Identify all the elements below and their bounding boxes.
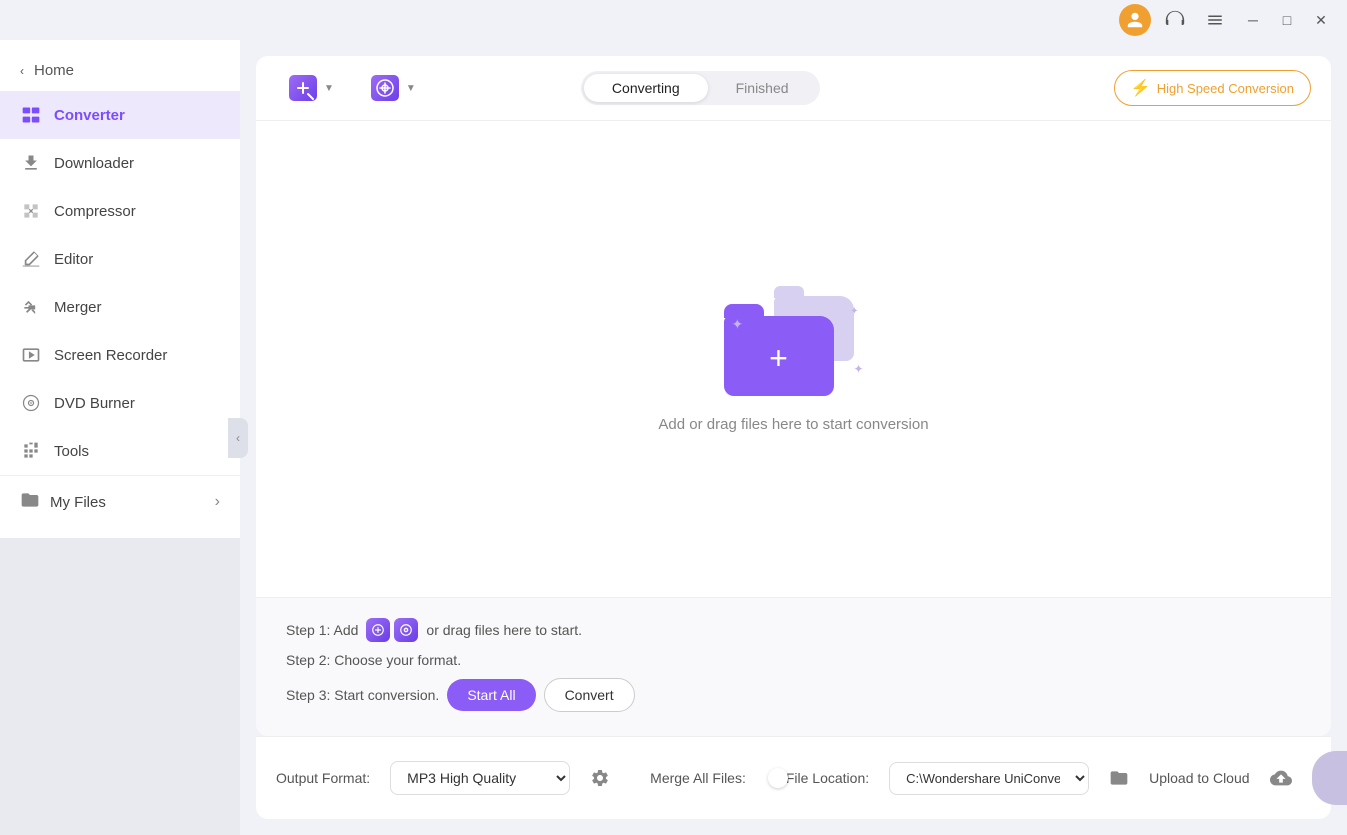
sidebar-item-downloader[interactable]: Downloader <box>0 139 240 187</box>
dropzone-text: Add or drag files here to start conversi… <box>658 416 928 433</box>
folder-icon: + ✦ ✦ ✦ <box>724 286 864 396</box>
step-1-suffix: or drag files here to start. <box>426 622 582 638</box>
myfiles-icon <box>20 490 40 514</box>
dvd-burner-icon <box>20 392 42 414</box>
file-location-label: File Location: <box>786 770 869 786</box>
sidebar-wrapper: ‹ Home Converter Downloader <box>0 40 240 835</box>
titlebar: ─ □ ✕ <box>0 0 1347 40</box>
tab-converting[interactable]: Converting <box>584 74 708 102</box>
sidebar-item-dvd-burner[interactable]: DVD Burner <box>0 379 240 427</box>
maximize-button[interactable]: □ <box>1273 6 1301 34</box>
start-all-main-button[interactable]: Start All <box>1312 751 1347 805</box>
step-1-icons <box>366 618 418 642</box>
high-speed-label: High Speed Conversion <box>1157 81 1294 96</box>
home-chevron-icon: ‹ <box>20 64 24 78</box>
output-format-label: Output Format: <box>276 770 370 786</box>
high-speed-button[interactable]: ⚡ High Speed Conversion <box>1114 70 1311 106</box>
tools-icon <box>20 440 42 462</box>
sidebar-collapse-button[interactable]: ‹ <box>228 418 248 458</box>
sidebar-item-screen-recorder[interactable]: Screen Recorder <box>0 331 240 379</box>
screen-recorder-label: Screen Recorder <box>54 347 167 364</box>
window-controls: ─ □ ✕ <box>1239 6 1335 34</box>
step-1-prefix: Step 1: Add <box>286 622 358 638</box>
step-1-row: Step 1: Add or drag files here to start. <box>286 618 1301 642</box>
myfiles-chevron-icon: › <box>215 493 220 511</box>
output-format-select[interactable]: MP3 High Quality MP4 High Quality MOV Hi… <box>390 761 570 795</box>
folder-plus-icon: + <box>769 342 788 374</box>
compressor-label: Compressor <box>54 203 136 220</box>
screen-recorder-icon <box>20 344 42 366</box>
user-avatar[interactable] <box>1119 4 1151 36</box>
upload-cloud-button[interactable] <box>1270 762 1292 794</box>
downloader-icon <box>20 152 42 174</box>
start-all-inline-button[interactable]: Start All <box>447 679 535 711</box>
open-folder-button[interactable] <box>1109 762 1129 794</box>
step-3-row: Step 3: Start conversion. Start All Conv… <box>286 678 1301 712</box>
tools-label: Tools <box>54 443 89 460</box>
main-content: ▼ <box>240 40 1347 835</box>
merger-icon <box>20 296 42 318</box>
sidebar-item-compressor[interactable]: Compressor <box>0 187 240 235</box>
headset-button[interactable] <box>1159 4 1191 36</box>
menu-button[interactable] <box>1199 4 1231 36</box>
editor-label: Editor <box>54 251 93 268</box>
step-3-prefix: Step 3: Start conversion. <box>286 687 439 703</box>
main-card: ▼ <box>256 56 1331 736</box>
format-settings-button[interactable] <box>590 762 610 794</box>
merger-label: Merger <box>54 299 102 316</box>
add-file-chevron-icon: ▼ <box>324 83 334 94</box>
dvd-burner-label: DVD Burner <box>54 395 135 412</box>
add-cd-chevron-icon: ▼ <box>406 83 416 94</box>
sparkle-2-icon: ✦ <box>850 306 858 317</box>
tab-group: Converting Finished <box>581 71 820 105</box>
sparkle-3-icon: ✦ <box>853 362 863 376</box>
sidebar: ‹ Home Converter Downloader <box>0 40 240 538</box>
sidebar-item-converter[interactable]: Converter <box>0 91 240 139</box>
dropzone[interactable]: + ✦ ✦ ✦ Add or drag files here to start … <box>256 121 1331 598</box>
sparkle-1-icon: ✦ <box>732 316 744 333</box>
sidebar-item-merger[interactable]: Merger <box>0 283 240 331</box>
upload-cloud-label: Upload to Cloud <box>1149 770 1249 786</box>
lightning-icon: ⚡ <box>1131 78 1151 98</box>
sidebar-item-tools[interactable]: Tools <box>0 427 240 475</box>
tab-finished[interactable]: Finished <box>708 74 817 102</box>
bottom-bar: Output Format: MP3 High Quality MP4 High… <box>256 736 1331 819</box>
add-file-small-icon <box>366 618 390 642</box>
add-file-button[interactable]: ▼ <box>276 68 346 108</box>
step-2-text: Step 2: Choose your format. <box>286 652 461 668</box>
converter-icon <box>20 104 42 126</box>
add-cd-button[interactable]: ▼ <box>358 68 428 108</box>
step-2-row: Step 2: Choose your format. <box>286 652 1301 668</box>
app-body: ‹ Home Converter Downloader <box>0 40 1347 835</box>
sidebar-item-home[interactable]: ‹ Home <box>0 50 240 91</box>
merge-all-label: Merge All Files: <box>650 770 746 786</box>
sidebar-item-editor[interactable]: Editor <box>0 235 240 283</box>
file-location-select[interactable]: C:\Wondershare UniConverter 1 <box>889 762 1089 795</box>
home-label: Home <box>34 62 74 79</box>
add-cd-small-icon <box>394 618 418 642</box>
downloader-label: Downloader <box>54 155 134 172</box>
converter-label: Converter <box>54 107 125 124</box>
close-button[interactable]: ✕ <box>1307 6 1335 34</box>
steps-section: Step 1: Add or drag files here to start.… <box>256 598 1331 736</box>
sidebar-item-myfiles[interactable]: My Files › <box>0 475 240 528</box>
minimize-button[interactable]: ─ <box>1239 6 1267 34</box>
editor-icon <box>20 248 42 270</box>
main-toolbar: ▼ <box>256 56 1331 121</box>
myfiles-label: My Files <box>50 494 106 511</box>
convert-inline-button[interactable]: Convert <box>544 678 635 712</box>
compressor-icon <box>20 200 42 222</box>
